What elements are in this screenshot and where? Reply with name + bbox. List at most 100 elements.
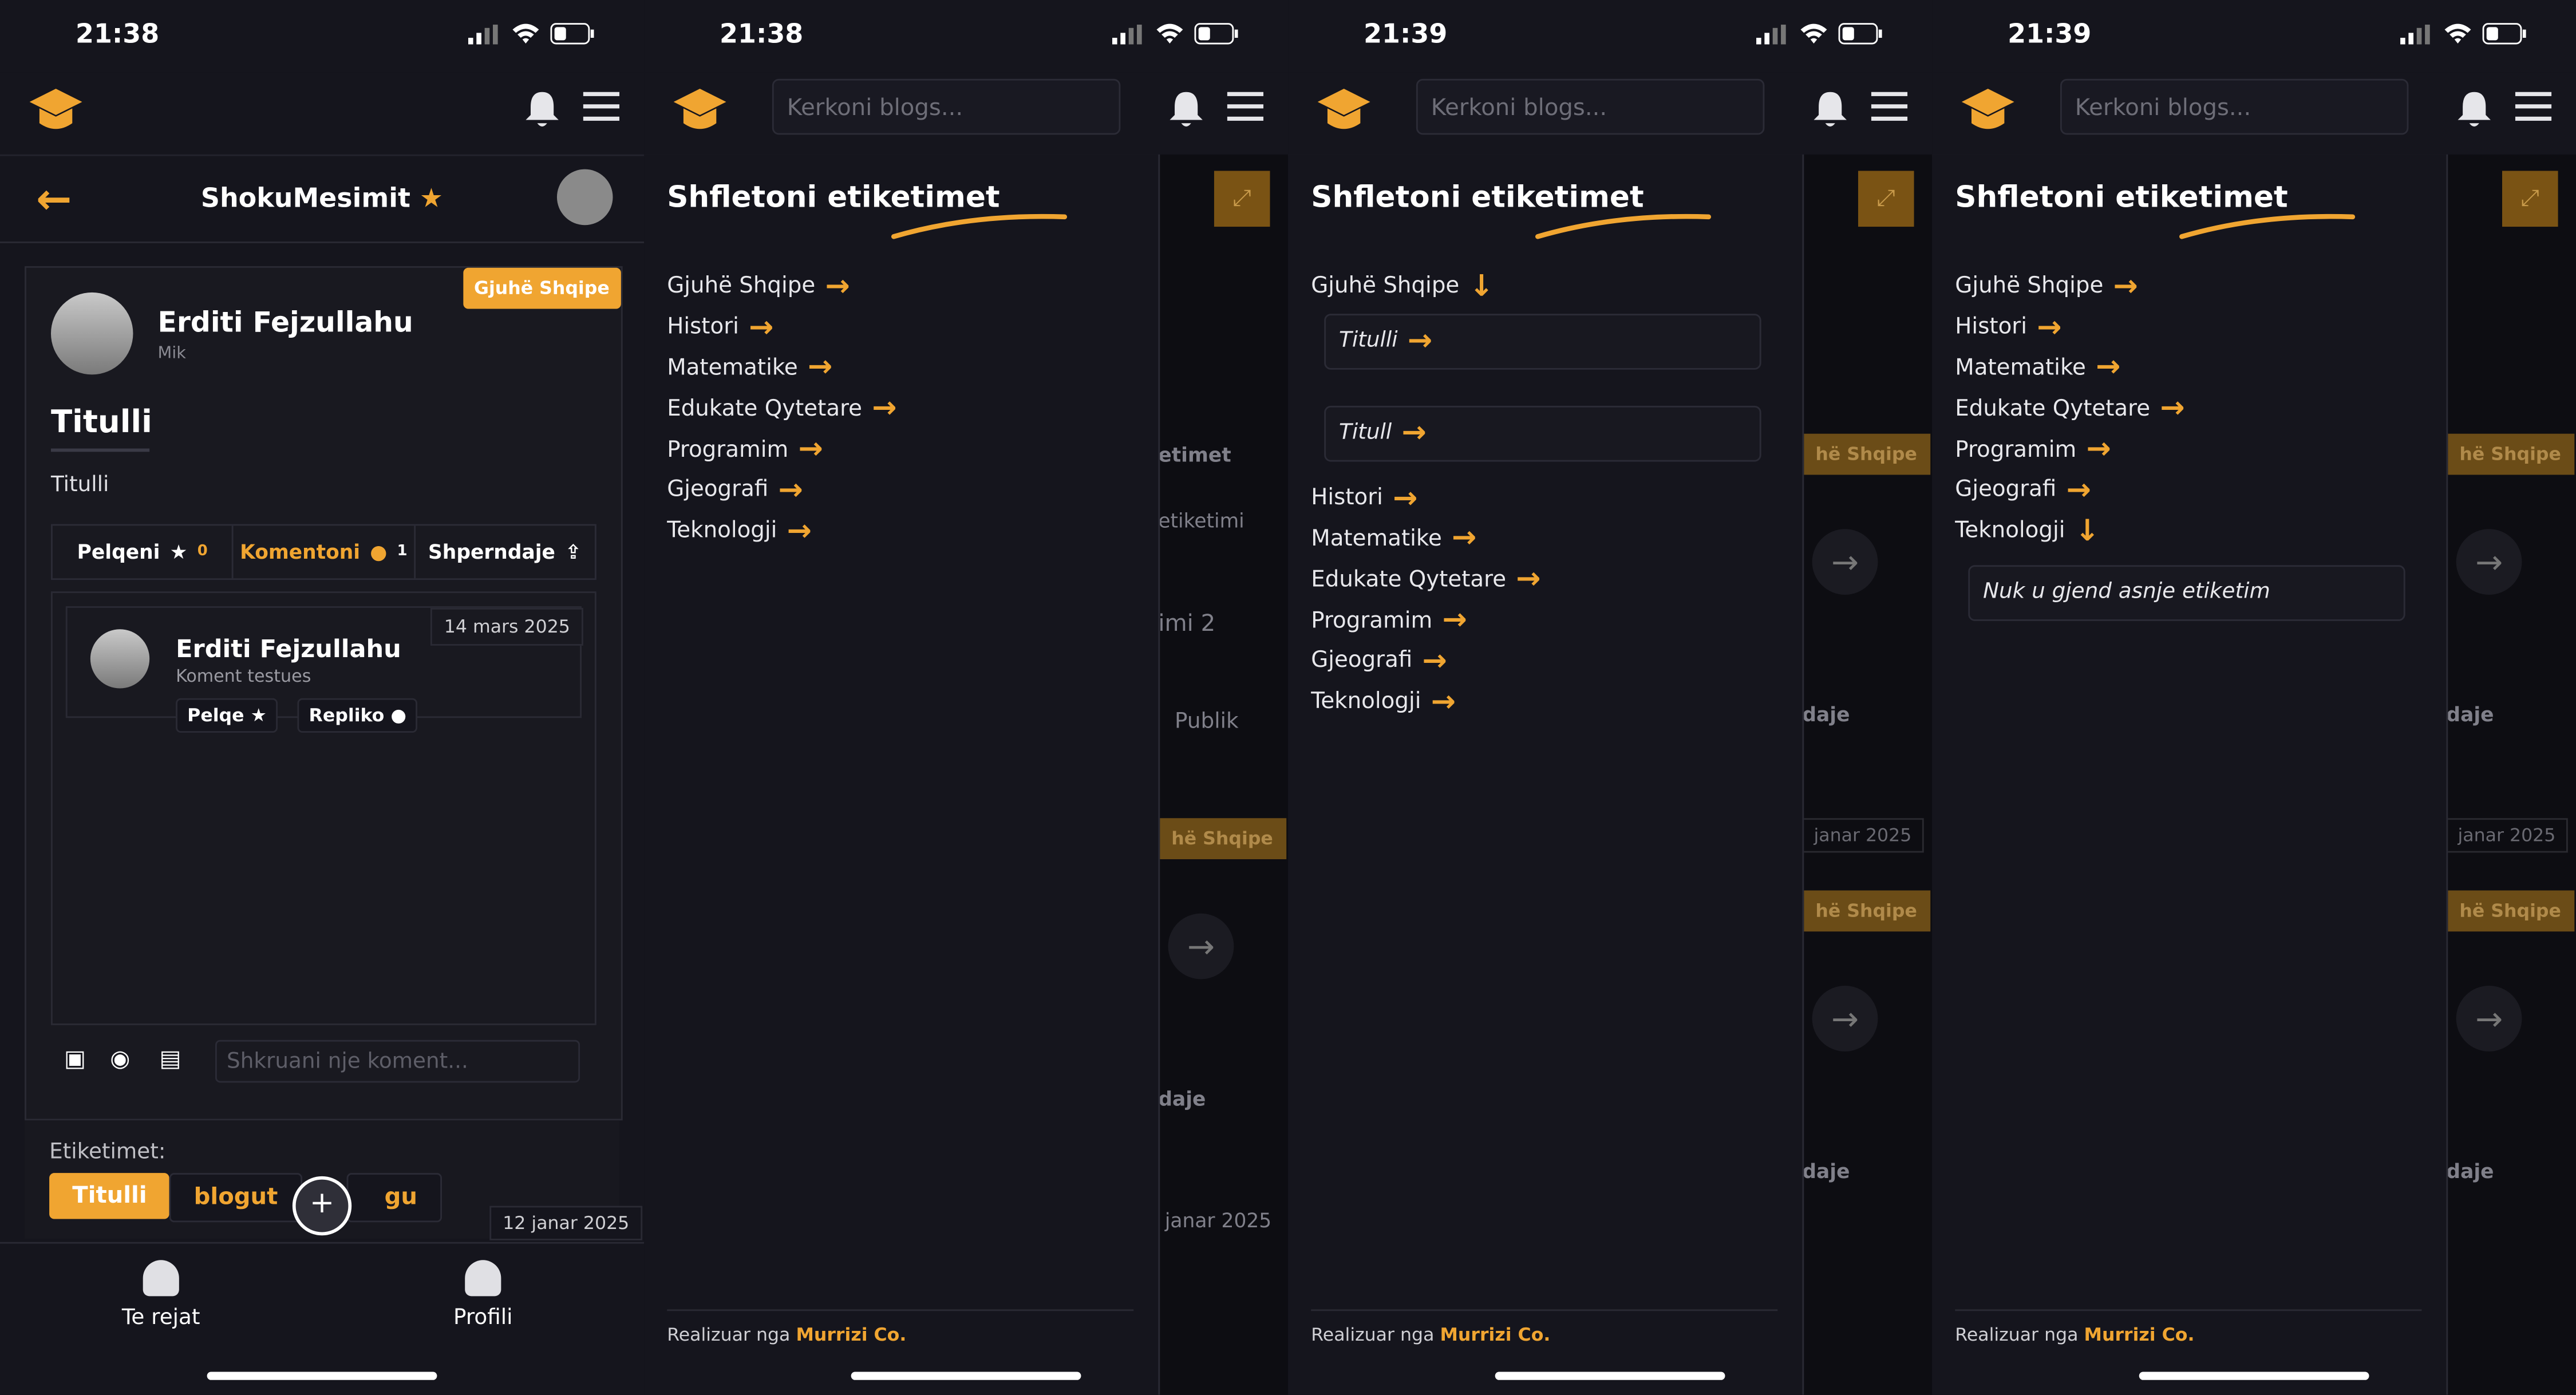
gallery-icon[interactable]: ▣ [64,1046,86,1073]
category-badge[interactable]: Gjuhë Shqipe [462,267,621,309]
expand-icon[interactable]: ⤢ [1858,171,1914,227]
tags-drawer: Shfletoni etiketimet Gjuhë Shqipe → Histo… [1932,154,2448,1395]
category-list: Gjuhë Shqipe → Histori → Matematike → Eduka… [1955,266,2405,627]
category-item[interactable]: Histori → [667,307,896,347]
category-item[interactable]: Matematike → [1311,519,1761,559]
category-item[interactable]: Histori → [1311,478,1761,519]
category-item[interactable]: Histori → [1955,307,2405,347]
category-item[interactable]: Gjuhë Shqipe ↓ [1311,266,1761,307]
comment-composer: ▣ ◉ ▤ Shkruani nje koment... [51,1040,593,1089]
category-label: Programim [1955,436,2077,463]
bell-icon[interactable] [1811,87,1850,130]
graduation-cap-logo-icon[interactable] [1958,82,2017,141]
share-button[interactable]: Shperndaje ⇪ [415,525,595,578]
category-item[interactable]: Gjeografi → [667,470,896,511]
category-item[interactable]: Gjuhë Shqipe → [667,266,896,307]
bell-icon[interactable] [523,87,562,130]
category-label: Programim [667,436,789,463]
category-item[interactable]: Gjeografi → [1955,470,2405,511]
author-avatar[interactable] [50,292,133,375]
graduation-cap-logo-icon[interactable] [26,82,85,141]
app-bar: Kerkoni blogs... [1288,72,1933,156]
tag-label: Titulli [1339,329,1398,354]
comment-avatar[interactable] [90,629,150,689]
arrow-right-icon: → [2113,269,2138,304]
comment-like-label: Pelqe [187,705,244,726]
home-indicator [2139,1372,2369,1380]
status-time: 21:39 [2008,18,2092,50]
comment-author[interactable]: Erditi Fejzullahu [176,634,401,664]
category-item[interactable]: Teknologji → [667,511,896,551]
tab-profili[interactable]: Profili [401,1260,565,1331]
app-bar [0,72,645,156]
footer-prefix: Realizuar nga [667,1324,791,1346]
background-content: ⤢ hë Shqipe → daje janar 2025 hë Shqipe … [1802,154,1933,1395]
tab-label: Profili [453,1306,513,1331]
category-item[interactable]: Teknologji → [1311,681,1761,722]
comment-like-button[interactable]: Pelqe ★ [176,698,279,733]
category-label: Edukate Qytetare [667,396,863,422]
expand-icon[interactable]: ⤢ [1214,171,1270,227]
expand-icon[interactable]: ⤢ [2502,171,2558,227]
graduation-cap-logo-icon[interactable] [1314,82,1373,141]
comment-button[interactable]: Komentoni ● 1 [234,525,416,579]
category-item[interactable]: Edukate Qytetare → [1955,388,2405,429]
category-label: Gjuhë Shqipe [1311,273,1460,300]
footer-brand[interactable]: Murrizi Co. [1440,1324,1551,1345]
search-input[interactable]: Kerkoni blogs... [2060,78,2409,135]
search-input[interactable]: Kerkoni blogs... [772,78,1121,135]
category-item[interactable]: Gjuhë Shqipe → [1955,266,2405,307]
category-item[interactable]: Programim → [667,429,896,470]
tag-chip[interactable]: Titulli [49,1173,170,1219]
author-name[interactable]: Erditi Fejzullahu [158,307,413,340]
graduation-cap-logo-icon[interactable] [670,82,729,141]
star-icon: ★ [250,705,267,726]
category-item[interactable]: Edukate Qytetare → [667,388,896,429]
arrow-right-icon: → [2456,529,2522,595]
home-icon [143,1260,179,1297]
share-label: Shperndaje [428,540,555,564]
category-item[interactable]: Gjeografi → [1311,641,1761,681]
hamburger-menu-icon[interactable] [582,89,621,125]
post-body: Titulli [50,473,109,498]
hamburger-menu-icon[interactable] [1226,89,1265,125]
footer-brand[interactable]: Murrizi Co. [2084,1324,2195,1345]
tab-label: Te rejat [121,1306,200,1331]
title-divider [50,448,150,452]
tag-chip[interactable]: gu [346,1173,442,1223]
bell-icon[interactable] [2455,87,2494,130]
like-button[interactable]: Pelqeni ★ 0 [53,525,234,579]
bell-icon[interactable] [1167,87,1206,130]
camera-icon[interactable]: ◉ [110,1046,130,1073]
category-label: Matematike [667,354,798,381]
category-item[interactable]: Programim → [1955,429,2405,470]
arrow-right-icon: → [2096,350,2121,385]
comment-input[interactable]: Shkruani nje koment... [215,1040,580,1083]
arrow-right-icon: → [1407,324,1433,359]
bg-label: etimet [1158,443,1231,467]
tag-chip[interactable]: blogut [169,1173,303,1223]
document-icon[interactable]: ▤ [159,1046,181,1073]
category-item[interactable]: Edukate Qytetare → [1311,559,1761,600]
like-label: Pelqeni [77,540,160,564]
category-item[interactable]: Matematike → [1955,347,2405,388]
category-item[interactable]: Teknologji ↓ [1955,511,2405,551]
footer-prefix: Realizuar nga [1955,1324,2079,1346]
category-item[interactable]: Matematike → [667,347,896,388]
search-input[interactable]: Kerkoni blogs... [1416,78,1765,135]
tag-item[interactable]: Titulli → [1324,313,1761,370]
category-item[interactable]: Programim → [1311,600,1761,641]
arrow-right-icon: → [1516,562,1541,597]
category-label: Histori [1311,485,1383,512]
comment-bubble-icon: ● [370,540,388,564]
reply-button[interactable]: Repliko ● [297,698,418,733]
signal-icon [2400,23,2430,44]
tab-te-rejat[interactable]: Te rejat [79,1260,243,1331]
hamburger-menu-icon[interactable] [2514,89,2553,125]
phone-drawer-teknologji-expanded: 21:39 Kerkoni blogs... ⤢ hë Shqipe → daj… [1932,0,2576,1395]
footer-brand[interactable]: Murrizi Co. [796,1324,906,1345]
add-button[interactable]: + [292,1176,352,1236]
hamburger-menu-icon[interactable] [1870,89,1909,125]
avatar[interactable] [556,169,613,226]
tag-item[interactable]: Titull → [1324,405,1761,461]
